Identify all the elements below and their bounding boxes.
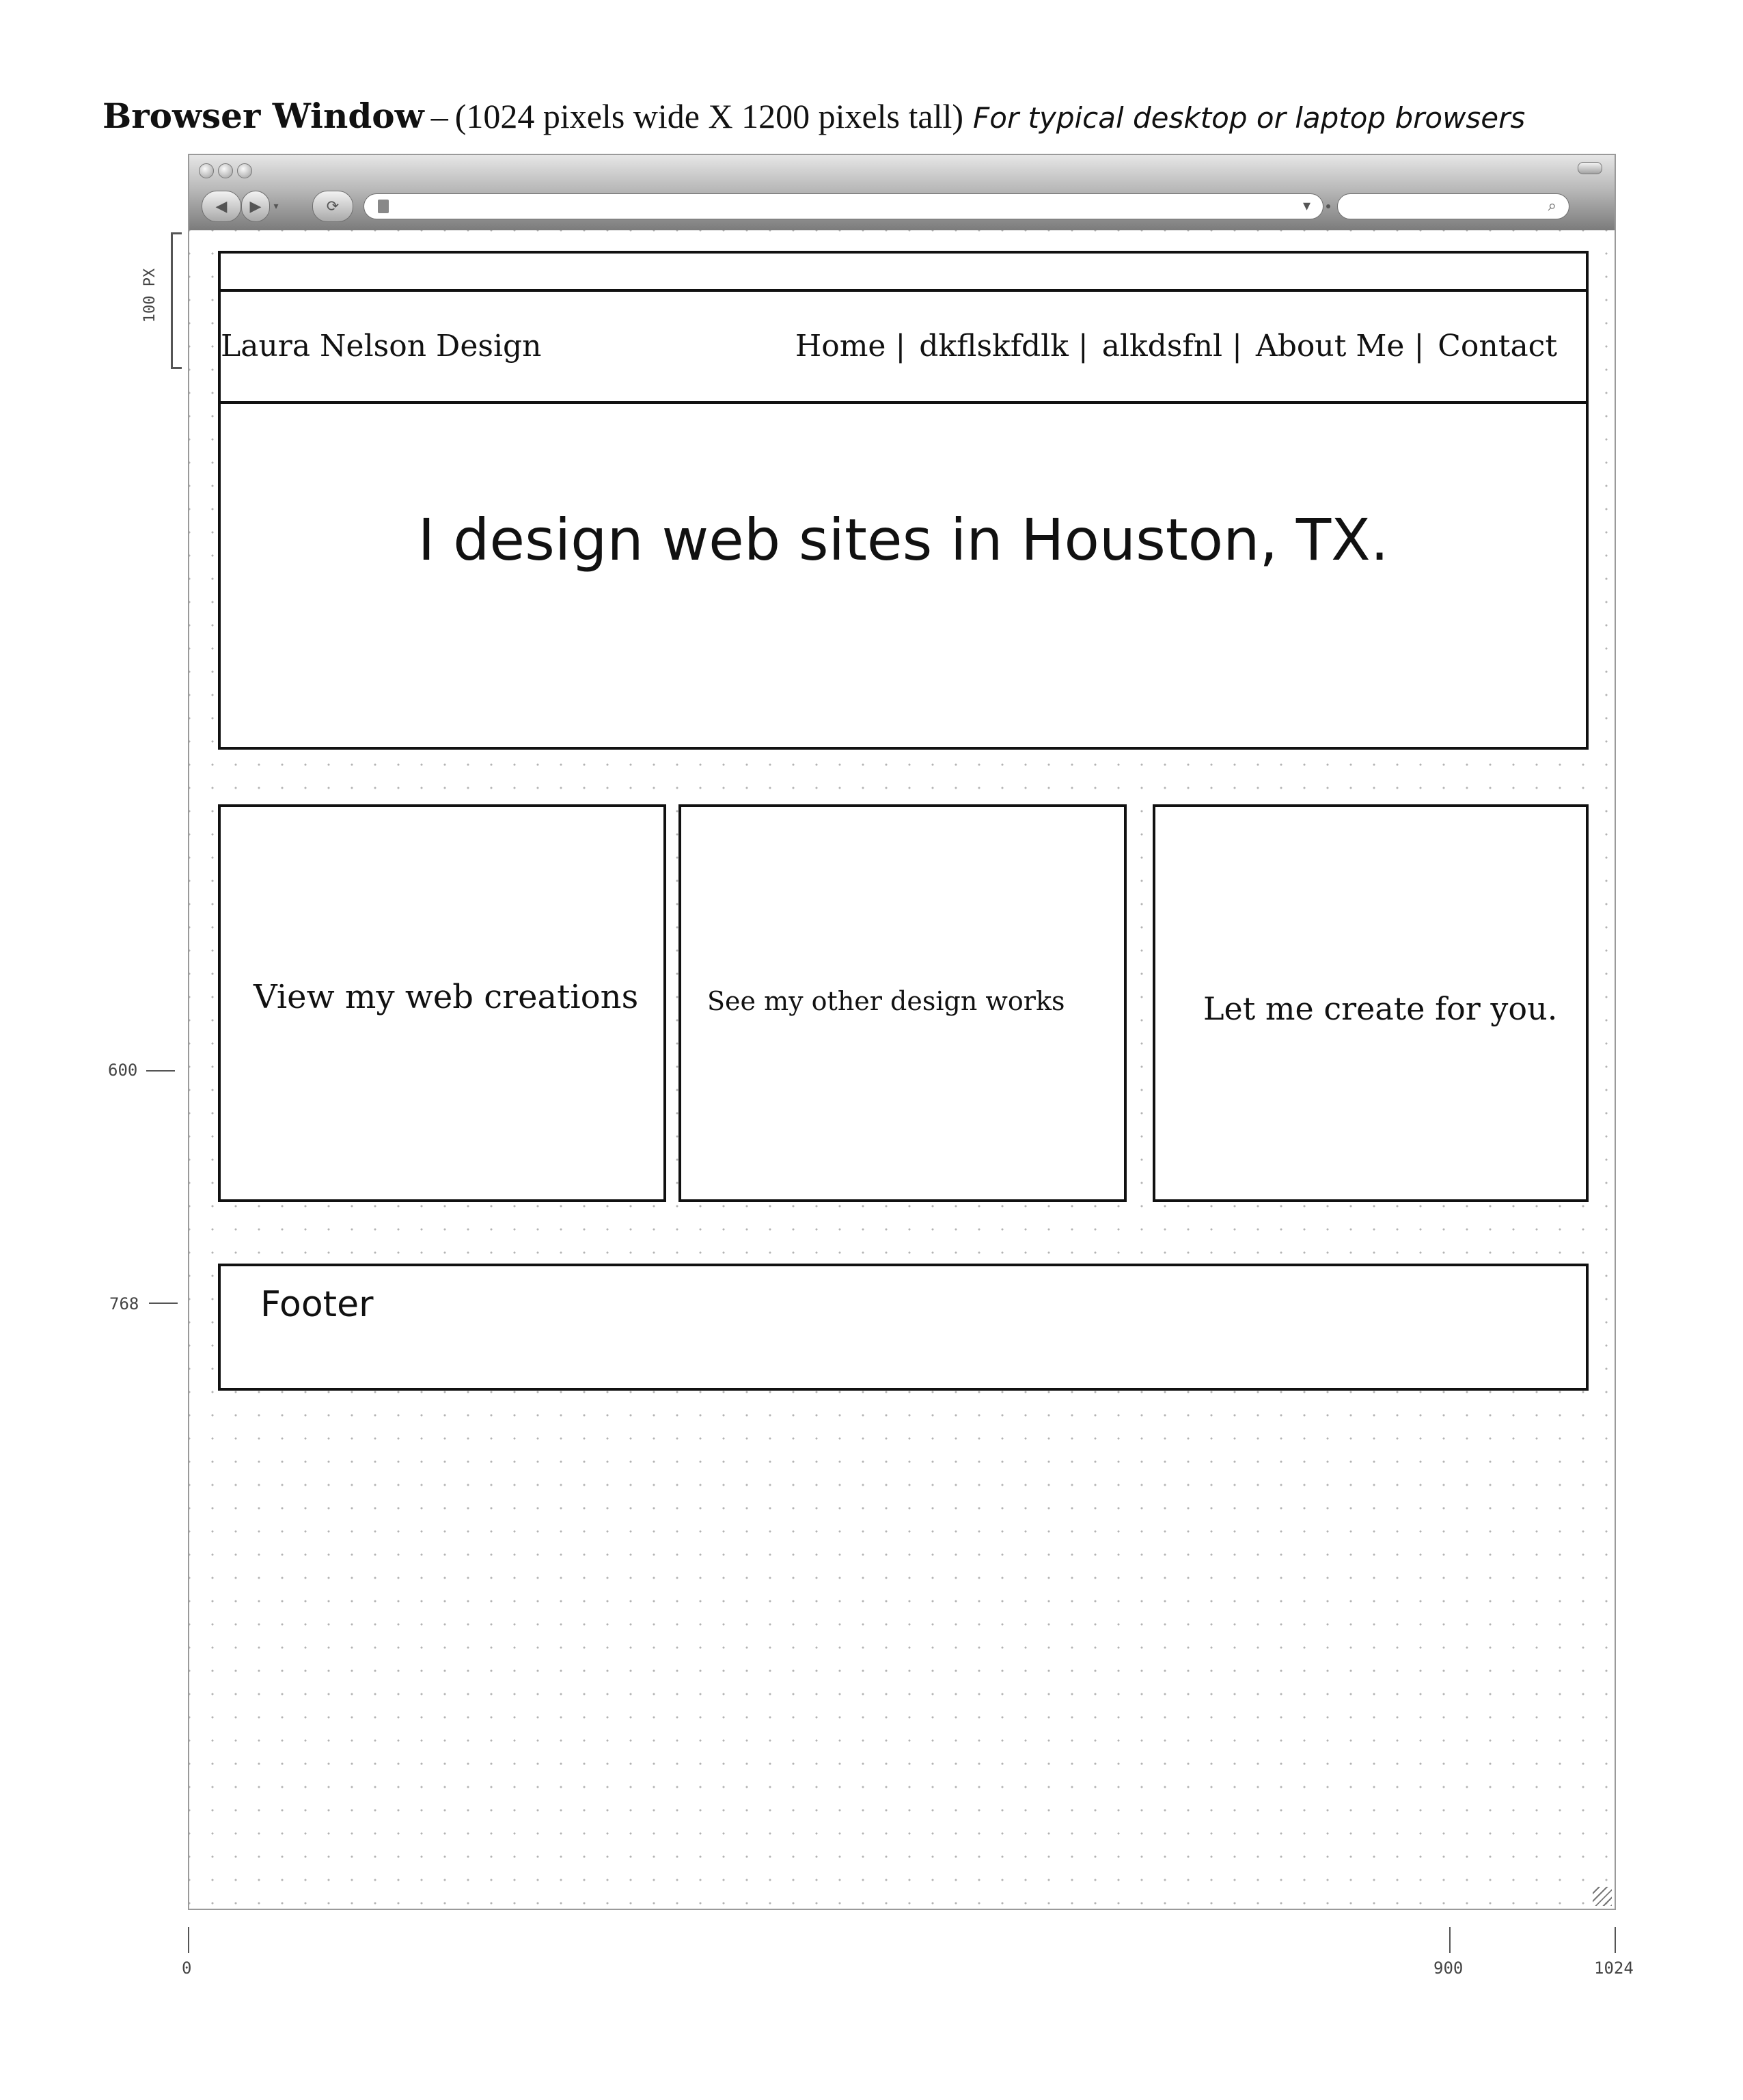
heading-dimensions: (1024 pixels wide X 1200 pixels tall) xyxy=(454,97,964,135)
address-bar[interactable]: ▾ xyxy=(363,193,1323,219)
nav-item-home[interactable]: Home | xyxy=(795,329,905,364)
search-icon: ⌕ xyxy=(1548,197,1556,214)
card-label: Let me create for you. xyxy=(1203,990,1558,1027)
resize-grip-icon[interactable] xyxy=(1593,1887,1612,1906)
page-canvas: Laura Nelson Design Home | dkflskfdlk | … xyxy=(189,230,1615,1909)
browser-toolbar: ◀ ▶ ▾ ⟳ ▾ ⌕ xyxy=(189,155,1615,230)
card-label: View my web creations xyxy=(253,978,639,1016)
zoom-dot[interactable] xyxy=(237,163,252,178)
url-input[interactable] xyxy=(412,195,1282,219)
ruler-mark-1024: 1024 xyxy=(1594,1959,1634,1978)
ruler-mark-768: 768 xyxy=(109,1294,139,1313)
heading-title: Browser Window xyxy=(102,96,424,136)
page-heading: Browser Window – (1024 pixels wide X 1200 … xyxy=(102,96,1525,136)
site-footer: Footer xyxy=(218,1264,1589,1391)
footer-label: Footer xyxy=(260,1284,374,1325)
forward-arrow-icon: ▶ xyxy=(249,197,262,215)
hero-section: I design web sites in Houston, TX. xyxy=(218,401,1589,750)
minimize-dot[interactable] xyxy=(218,163,233,178)
site-header: Laura Nelson Design Home | dkflskfdlk | … xyxy=(218,251,1589,404)
ruler-mark-600: 600 xyxy=(108,1061,138,1080)
window-collapse-button[interactable] xyxy=(1578,162,1602,174)
chevron-down-icon: ▾ xyxy=(1302,197,1310,214)
card-web-creations[interactable]: View my web creations xyxy=(218,804,666,1202)
nav-item-contact[interactable]: Contact xyxy=(1438,329,1557,364)
search-bar[interactable]: ⌕ xyxy=(1337,193,1569,219)
search-input[interactable] xyxy=(1392,195,1532,219)
separator-dot xyxy=(1326,204,1330,208)
main-nav: Home | dkflskfdlk | alkdsfnl | About Me … xyxy=(795,329,1557,364)
hero-headline: I design web sites in Houston, TX. xyxy=(417,506,1389,573)
history-dropdown[interactable]: ▾ xyxy=(270,191,282,221)
nav-item-dkflskfdlk[interactable]: dkflskfdlk | xyxy=(919,329,1088,364)
nav-item-alkdsfnl[interactable]: alkdsfnl | xyxy=(1102,329,1242,364)
bracket-label: 100 PX xyxy=(141,268,159,323)
back-button[interactable]: ◀ xyxy=(202,191,241,222)
heading-dash: – xyxy=(430,97,448,135)
forward-button[interactable]: ▶ xyxy=(241,191,270,222)
page-icon xyxy=(378,200,389,213)
close-dot[interactable] xyxy=(199,163,214,178)
card-design-works[interactable]: See my other design works xyxy=(678,804,1127,1202)
card-label: See my other design works xyxy=(707,986,1065,1016)
browser-window: ◀ ▶ ▾ ⟳ ▾ ⌕ Laura Nelson Design Home | d… xyxy=(188,154,1616,1910)
site-logo[interactable]: Laura Nelson Design xyxy=(221,329,542,364)
header-top-strip xyxy=(221,289,1586,292)
ruler-mark-900: 900 xyxy=(1433,1959,1464,1978)
back-arrow-icon: ◀ xyxy=(215,197,228,215)
card-create-for-you[interactable]: Let me create for you. xyxy=(1153,804,1589,1202)
reload-icon: ⟳ xyxy=(326,197,340,215)
nav-item-about[interactable]: About Me | xyxy=(1256,329,1424,364)
chevron-down-icon: ▾ xyxy=(273,200,279,211)
reload-button[interactable]: ⟳ xyxy=(312,191,353,222)
ruler-mark-0: 0 xyxy=(182,1959,192,1978)
heading-note: For typical desktop or laptop browsers xyxy=(973,101,1526,135)
